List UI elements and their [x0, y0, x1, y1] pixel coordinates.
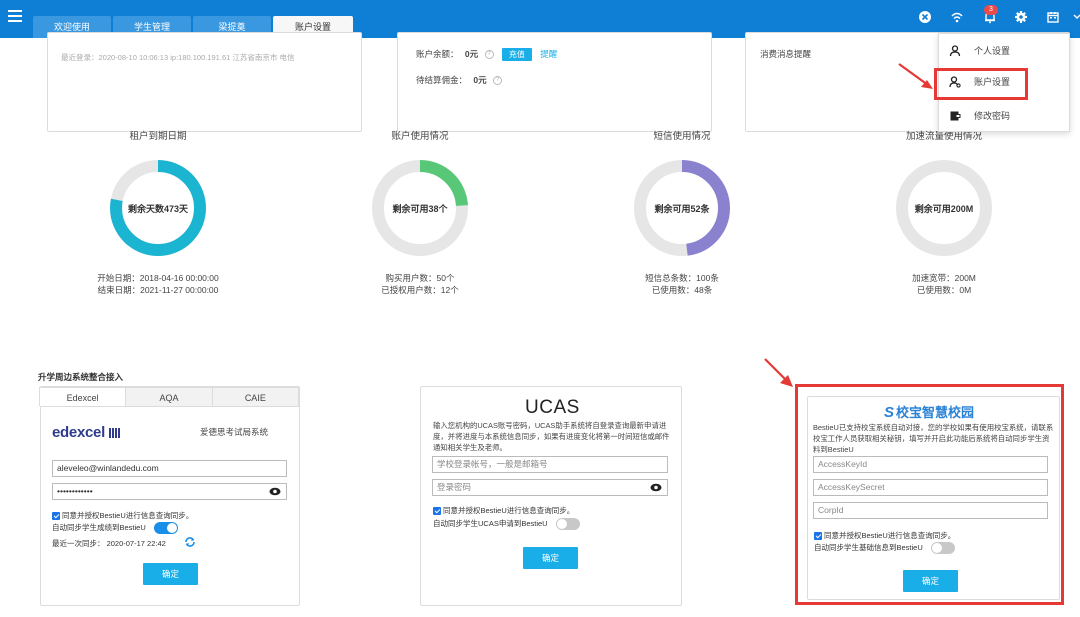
donut-center-text: 剩余可用52条: [654, 204, 710, 214]
tab-caie[interactable]: CAIE: [211, 387, 299, 406]
last-login-text: 最近登录：2020-08-10 10:06:13 ip:180.100.191.…: [61, 53, 295, 62]
menu-toggle-icon[interactable]: [8, 10, 22, 22]
arrow-to-account-settings-icon: [898, 63, 933, 89]
eye-icon[interactable]: [650, 483, 662, 492]
balance-row: 账户余额： 0元 ? 充值 提醒: [416, 48, 557, 62]
close-circle-icon[interactable]: [917, 10, 933, 26]
edexcel-password-field[interactable]: ••••••••••••: [52, 483, 287, 500]
stat-title: 账户使用情况: [391, 131, 449, 142]
ucas-description: 输入您机构的UCAS账号密码，UCAS助手系统将自登录查询最新申请进度，并将进度…: [433, 421, 670, 452]
checkbox-checked-icon[interactable]: [52, 512, 60, 521]
stat-detail-line: 已使用数：0M: [916, 285, 972, 295]
edexcel-grid-icon: [108, 428, 121, 439]
tab-aqa[interactable]: AQA: [125, 387, 213, 406]
tab-edexcel[interactable]: Edexcel: [39, 387, 127, 406]
recharge-button[interactable]: 充值: [501, 48, 532, 62]
checkbox-checked-icon[interactable]: [433, 507, 441, 516]
pending-label: 待结算佣金：: [416, 75, 468, 85]
pending-value: 0元: [473, 75, 487, 85]
ucas-confirm-button[interactable]: 确定: [523, 547, 578, 569]
balance-value: 0元: [464, 49, 479, 59]
donut-chart: 剩余可用200M: [894, 158, 994, 258]
section-title: 升学周边系统整合接入: [38, 372, 124, 382]
notify-label: 消费消息提醒: [760, 49, 812, 59]
wifi-icon[interactable]: [949, 10, 965, 26]
balance-card: 账户余额： 0元 ? 充值 提醒 待结算佣金： 0元 ?: [397, 32, 712, 132]
donut-center-text: 剩余天数473天: [127, 204, 189, 214]
ucas-agree-checkbox[interactable]: 同意并授权BestieU进行信息查询同步。: [433, 505, 574, 516]
xiaobao-highlight-box: [795, 384, 1064, 605]
donut-chart: 剩余天数473天: [108, 158, 208, 258]
login-card: 最近登录：2020-08-10 10:06:13 ip:180.100.191.…: [47, 32, 362, 132]
help-icon[interactable]: ?: [493, 76, 502, 86]
stat-detail-line: 开始日期：2018-04-16 00:00:00: [97, 273, 219, 283]
edexcel-agree-checkbox[interactable]: 同意并授权BestieU进行信息查询同步。: [52, 510, 193, 521]
stat-details: 开始日期：2018-04-16 00:00:00 结束日期：2021-11-27 …: [78, 272, 238, 296]
ucas-auto-sync-toggle[interactable]: [555, 518, 580, 531]
ucas-password-field[interactable]: 登录密码: [432, 479, 668, 496]
ucas-auto-sync-row: 自动同步学生UCAS申请到BestieU: [433, 518, 580, 531]
stat-detail-line: 加速宽带：200M: [912, 273, 976, 283]
account-settings-highlight-box: [934, 68, 1028, 100]
gear-icon[interactable]: [1013, 10, 1029, 26]
edexcel-logo: edexcel: [52, 424, 121, 441]
donut-center-text: 剩余可用200M: [914, 204, 974, 214]
edexcel-last-sync: 最近一次同步： 2020-07-17 22:42: [52, 539, 166, 548]
menu-item-change-password[interactable]: 修改密码: [939, 105, 1069, 127]
user-icon: [949, 45, 961, 57]
calendar-icon[interactable]: [1045, 10, 1061, 26]
stat-details: 购买用户数：50个 已授权用户数：12个: [340, 272, 500, 296]
menu-item-personal-settings[interactable]: 个人设置: [939, 40, 1069, 62]
refresh-icon[interactable]: [184, 536, 196, 548]
donut-chart: 剩余可用52条: [632, 158, 732, 258]
stat-detail-line: 购买用户数：50个: [385, 273, 455, 283]
exam-board-tabs: Edexcel AQA CAIE: [39, 387, 299, 407]
stat-detail-line: 已使用数：48条: [651, 285, 713, 295]
edexcel-confirm-button[interactable]: 确定: [143, 563, 198, 585]
eye-icon[interactable]: [269, 487, 281, 496]
ucas-account-field[interactable]: 学校登录帐号，一般是邮箱号: [432, 456, 668, 473]
stat-detail-line: 结束日期：2021-11-27 00:00:00: [97, 285, 219, 295]
more-icon[interactable]: [1072, 10, 1080, 26]
arrow-to-xiaobao-icon: [764, 358, 793, 387]
edexcel-email-field[interactable]: aleveleo@winlandedu.com: [52, 460, 287, 477]
password-icon: [950, 111, 961, 121]
donut-chart: 剩余可用38个: [370, 158, 470, 258]
notification-badge: 3: [984, 5, 998, 15]
edexcel-system-name: 爱德思考试局系统: [200, 427, 269, 437]
balance-label: 账户余额：: [416, 49, 459, 59]
remind-link[interactable]: 提醒: [540, 49, 557, 59]
stat-detail-line: 短信总条数：100条: [645, 273, 719, 283]
help-icon[interactable]: ?: [484, 50, 494, 60]
stat-title: 租户到期日期: [129, 131, 187, 142]
edexcel-auto-sync-toggle[interactable]: [153, 522, 178, 535]
donut-center-text: 剩余可用38个: [392, 204, 448, 214]
ucas-logo: UCAS: [525, 397, 580, 418]
stat-title: 短信使用情况: [653, 131, 711, 142]
stat-details: 短信总条数：100条 已使用数：48条: [602, 272, 762, 296]
pending-row: 待结算佣金： 0元 ?: [416, 74, 502, 86]
ucas-card: [420, 386, 682, 606]
stat-detail-line: 已授权用户数：12个: [381, 285, 459, 295]
edexcel-auto-sync-row: 自动同步学生成绩到BestieU: [52, 522, 178, 535]
stat-details: 加速宽带：200M 已使用数：0M: [864, 272, 1024, 296]
